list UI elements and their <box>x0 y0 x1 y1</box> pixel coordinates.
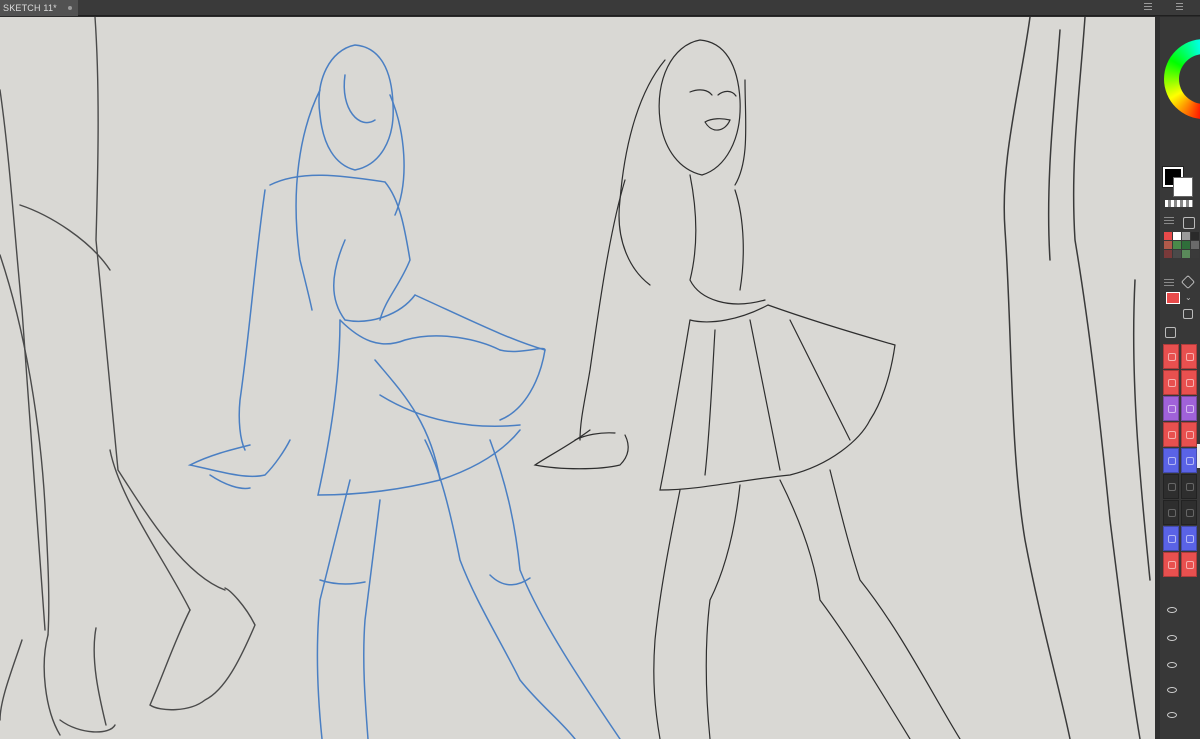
right-tool-panel: ⌄ <box>1160 17 1200 739</box>
drawing-app: SKETCH 11* ⌄ <box>0 0 1200 739</box>
sketch-artwork <box>0 17 1151 739</box>
drawing-canvas[interactable] <box>0 17 1155 739</box>
palette-grid-icon[interactable] <box>1183 217 1195 229</box>
document-tab-title: SKETCH 11* <box>3 3 57 13</box>
document-tab-bar: SKETCH 11* <box>0 0 1200 16</box>
eye-icon[interactable] <box>1167 712 1177 718</box>
color-palette[interactable] <box>1164 232 1199 258</box>
rough-sketch-figure <box>187 44 621 739</box>
close-tab-icon[interactable] <box>68 6 72 10</box>
eye-icon[interactable] <box>1163 422 1179 447</box>
layer-row[interactable] <box>1163 474 1199 499</box>
document-tab[interactable]: SKETCH 11* <box>0 0 78 16</box>
layer-row[interactable] <box>1163 526 1199 551</box>
right-figure-legs <box>1003 17 1151 739</box>
menu-icon[interactable] <box>1176 3 1183 4</box>
layer-row-active[interactable] <box>1163 422 1199 447</box>
color-wheel[interactable] <box>1164 39 1200 119</box>
brush-icon[interactable] <box>1181 422 1197 447</box>
layer-row[interactable] <box>1163 344 1199 369</box>
layer-row[interactable] <box>1163 500 1199 525</box>
eye-icon[interactable] <box>1167 607 1177 613</box>
eye-icon[interactable] <box>1167 635 1177 641</box>
layer-row[interactable] <box>1163 396 1199 421</box>
line-art-figure <box>533 39 961 739</box>
active-layer-color[interactable] <box>1166 292 1180 304</box>
layers-icon <box>1180 274 1196 290</box>
layer-row[interactable] <box>1163 448 1199 473</box>
background-color-swatch[interactable] <box>1173 177 1193 197</box>
menu-icon[interactable] <box>1144 3 1152 4</box>
layer-panel-icon[interactable] <box>1165 327 1176 338</box>
transparent-color-swatch[interactable] <box>1165 200 1193 207</box>
left-figure-legs <box>0 17 256 736</box>
eye-icon[interactable] <box>1167 662 1177 668</box>
layer-mask-icon[interactable] <box>1183 309 1193 319</box>
layer-row[interactable] <box>1163 370 1199 395</box>
layer-row[interactable] <box>1163 552 1199 577</box>
layers-menu-icon[interactable] <box>1164 279 1174 280</box>
palette-menu-icon[interactable] <box>1164 217 1174 218</box>
eye-icon[interactable] <box>1167 687 1177 693</box>
chevron-down-icon[interactable]: ⌄ <box>1185 294 1192 302</box>
